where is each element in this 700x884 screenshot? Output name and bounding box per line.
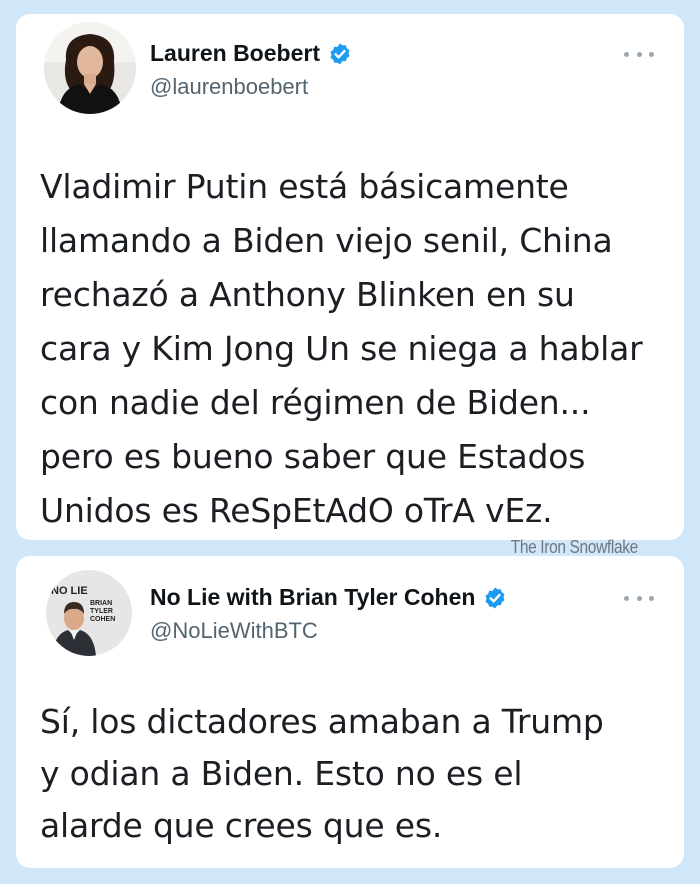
tweet-card-boebert[interactable]: Lauren Boebert @laurenboebert Vladimir P…: [16, 14, 684, 540]
avatar-logo-cohen: COHEN: [90, 616, 115, 623]
avatar-logo-tyler: TYLER: [90, 608, 113, 615]
avatar-photo: [44, 22, 136, 114]
tweet-text: Vladimir Putin está básicamente llamando…: [40, 167, 643, 530]
watermark: The Iron Snowflake: [510, 537, 639, 557]
display-name[interactable]: No Lie with Brian Tyler Cohen: [150, 584, 475, 611]
avatar-photo: NO LIE BRIAN TYLER COHEN: [46, 570, 132, 656]
user-handle[interactable]: @laurenboebert: [150, 74, 308, 100]
avatar-logo-no-lie: NO LIE: [51, 585, 88, 597]
more-options-icon[interactable]: [624, 590, 654, 606]
user-handle[interactable]: @NoLieWithBTC: [150, 618, 318, 644]
avatar-lauren-boebert[interactable]: [44, 22, 136, 114]
verified-badge-icon: [330, 43, 350, 64]
tweet-card-nolie[interactable]: NO LIE BRIAN TYLER COHEN No Lie with Bri…: [16, 556, 684, 868]
avatar-logo-brian: BRIAN: [90, 600, 112, 607]
more-options-icon[interactable]: [624, 46, 654, 62]
display-name[interactable]: Lauren Boebert: [150, 40, 320, 67]
verified-badge-icon: [485, 587, 505, 608]
tweet-text: Sí, los dictadores amaban a Trump y odia…: [40, 702, 604, 845]
avatar-no-lie[interactable]: NO LIE BRIAN TYLER COHEN: [46, 570, 132, 656]
